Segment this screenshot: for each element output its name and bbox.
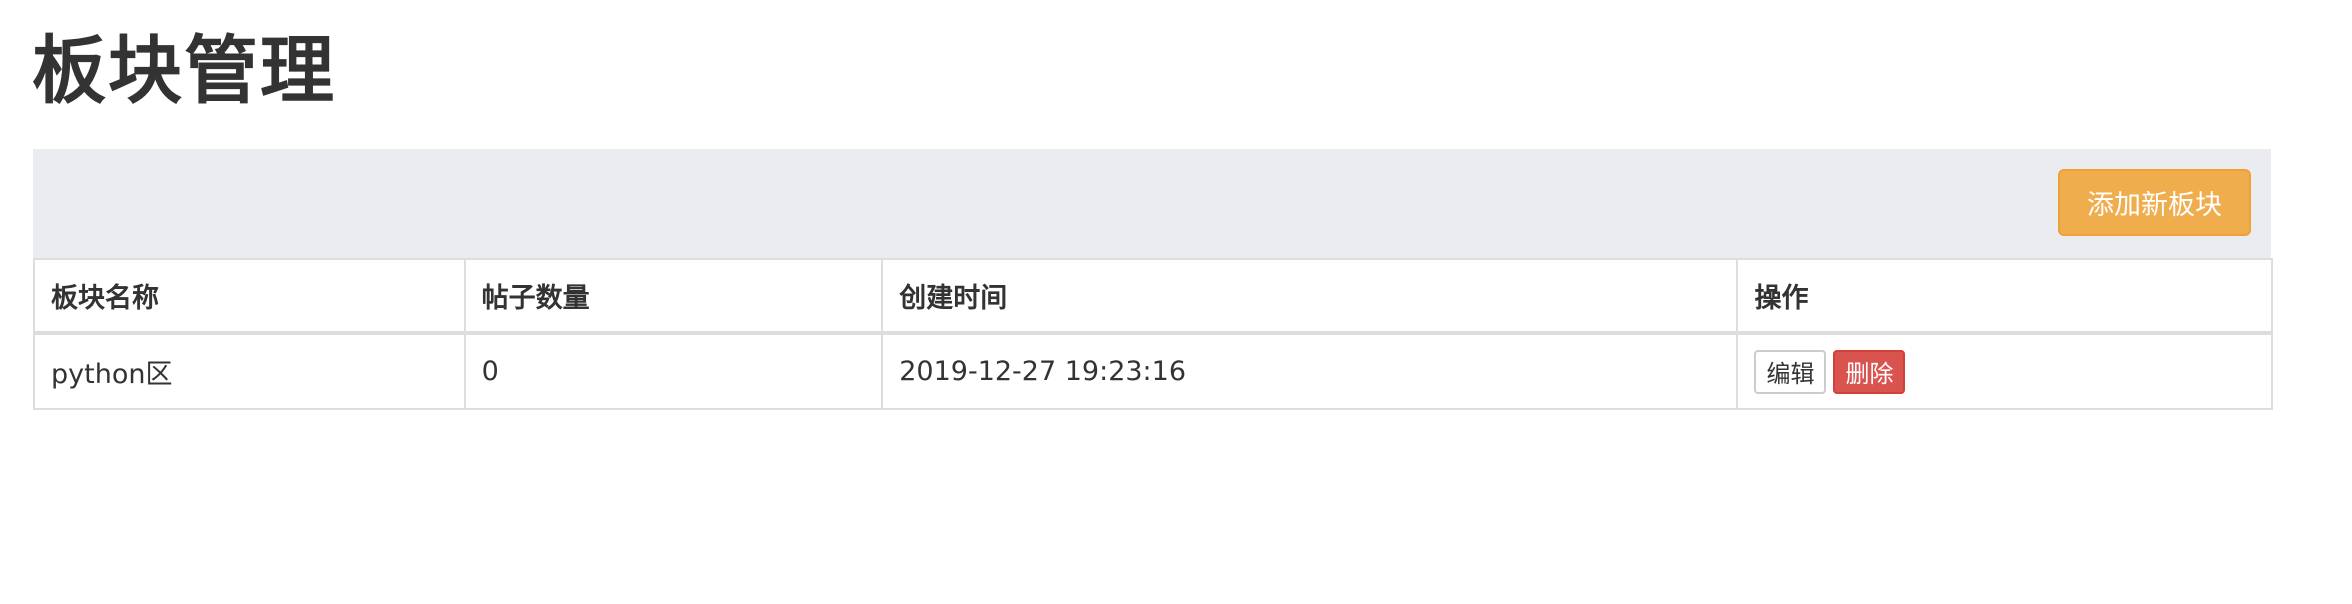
- table-body: python区 0 2019-12-27 19:23:16 编辑 删除: [33, 332, 2273, 410]
- add-board-button[interactable]: 添加新板块: [2058, 169, 2251, 236]
- toolbar: 添加新板块: [33, 149, 2271, 258]
- header-actions: 操作: [1736, 258, 2273, 335]
- cell-created-at: 2019-12-27 19:23:16: [881, 332, 1739, 410]
- cell-post-count: 0: [463, 332, 884, 410]
- page: 板块管理 添加新板块 板块名称 帖子数量 创建时间 操作 python区 0 2…: [0, 0, 2352, 604]
- header-created-at: 创建时间: [881, 258, 1739, 335]
- header-post-count: 帖子数量: [463, 258, 884, 335]
- page-title: 板块管理: [32, 28, 336, 114]
- edit-button[interactable]: 编辑: [1754, 349, 1827, 394]
- table-row: python区 0 2019-12-27 19:23:16 编辑 删除: [33, 332, 2273, 410]
- cell-board-name: python区: [33, 332, 466, 410]
- table-header-row: 板块名称 帖子数量 创建时间 操作: [33, 258, 2273, 335]
- cell-actions: 编辑 删除: [1736, 332, 2273, 410]
- board-table: 板块名称 帖子数量 创建时间 操作 python区 0 2019-12-27 1…: [33, 258, 2273, 410]
- table-header: 板块名称 帖子数量 创建时间 操作: [33, 258, 2273, 335]
- delete-button[interactable]: 删除: [1833, 349, 1906, 394]
- header-board-name: 板块名称: [33, 258, 466, 335]
